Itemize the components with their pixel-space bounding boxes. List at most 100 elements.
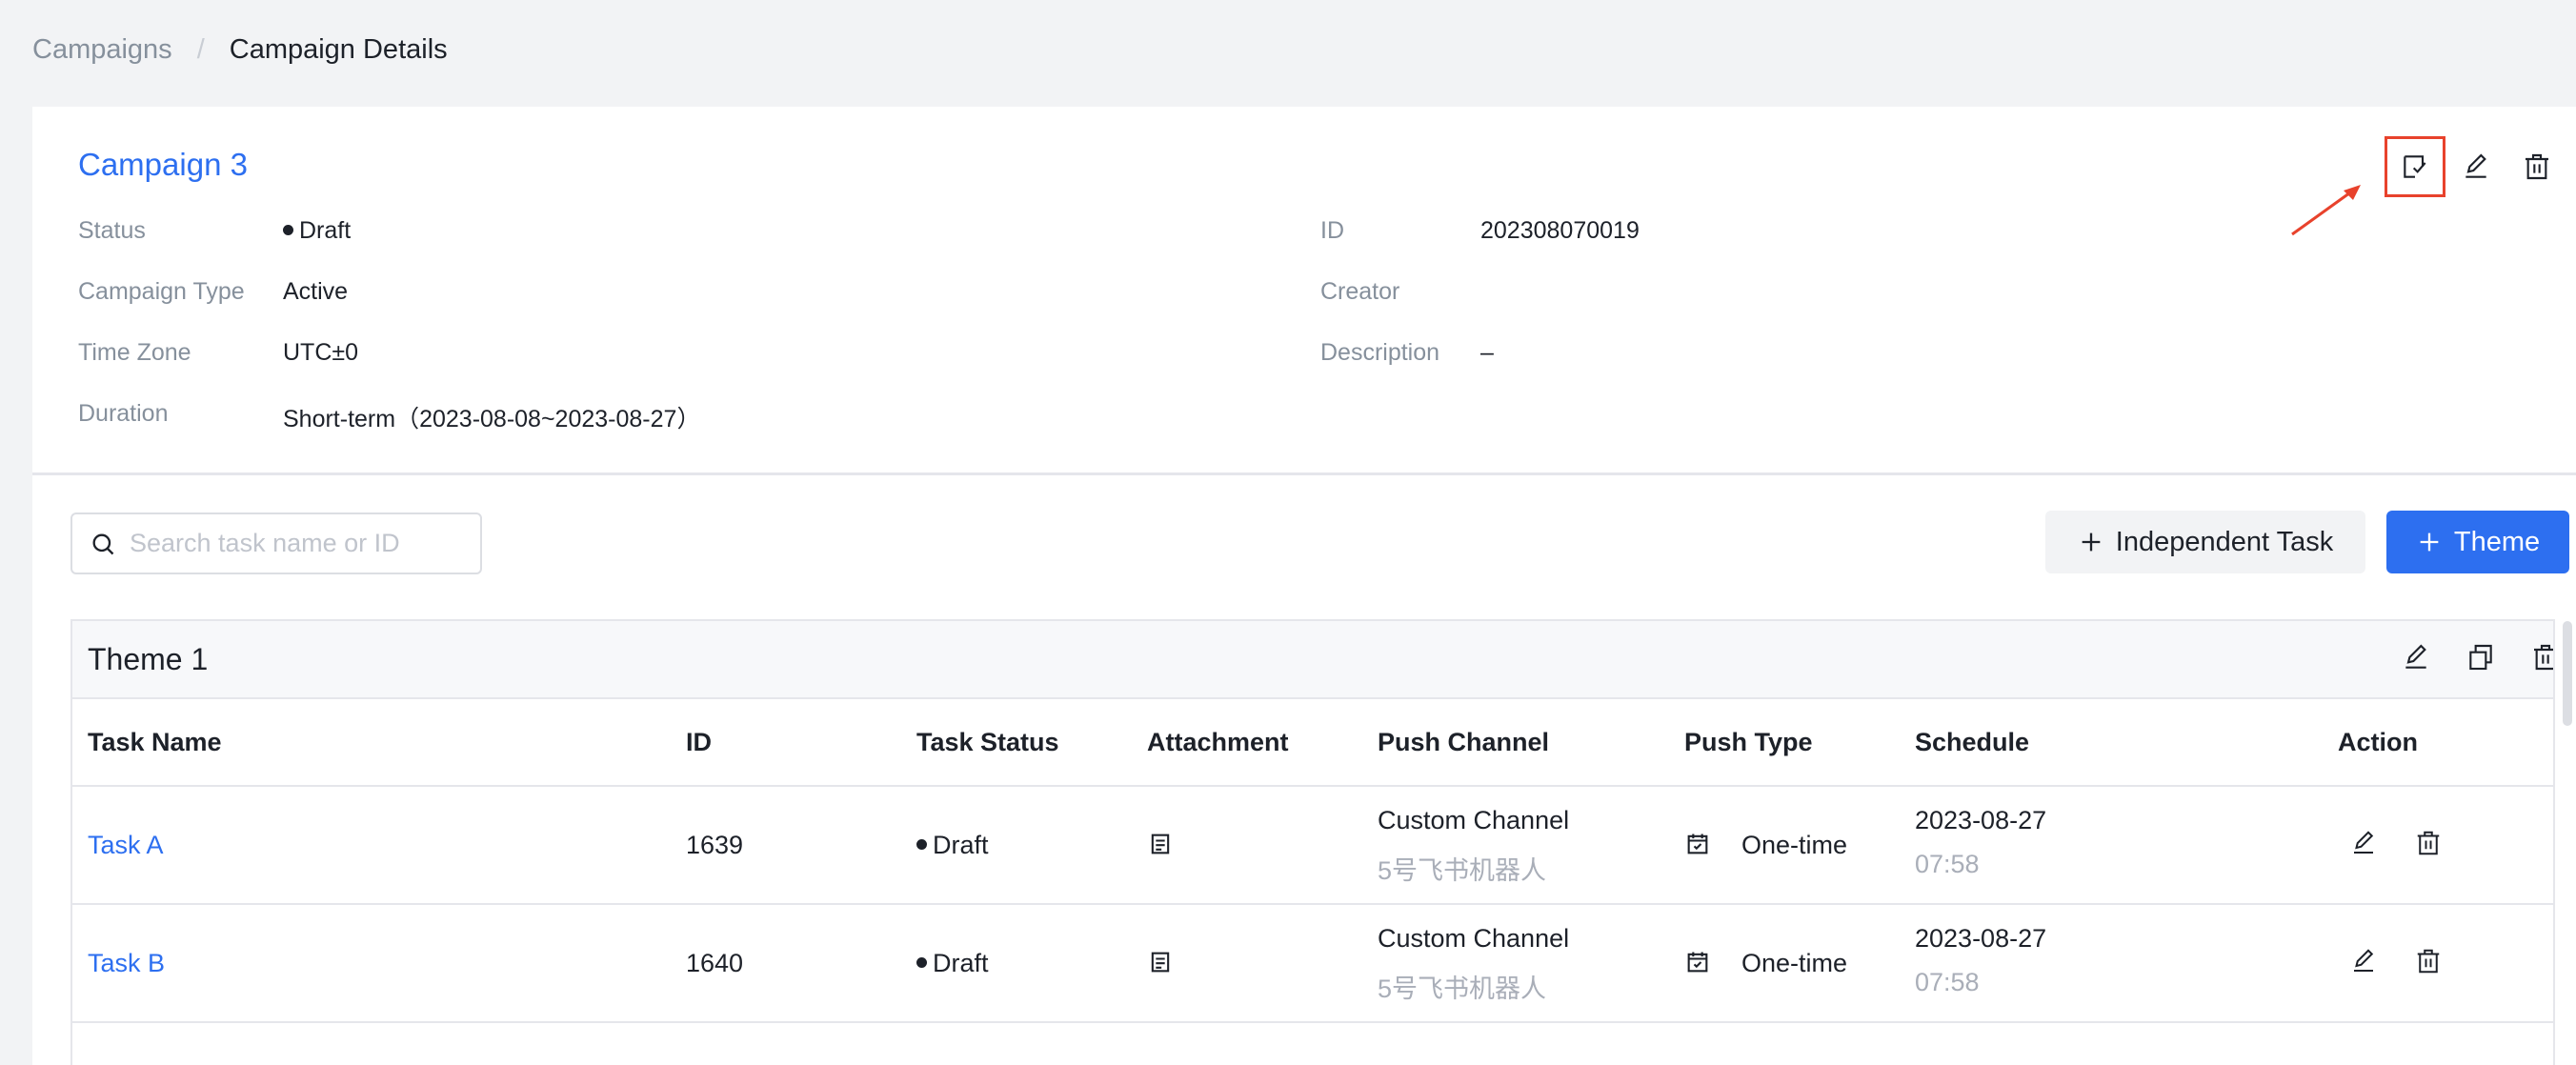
plus-icon (2420, 532, 2439, 552)
field-status: Status Draft (78, 217, 351, 245)
status-dot (916, 957, 927, 969)
status-text: Draft (299, 217, 352, 244)
theme-panel: Theme 1 Task Name ID Task Status Attachm… (70, 619, 2555, 1065)
field-value: Short-term（2023-08-08~2023-08-27） (283, 406, 701, 432)
field-label: ID (1320, 217, 1344, 244)
status-value: Draft (283, 217, 351, 245)
field-creator: Creator (1320, 278, 1399, 306)
button-label: Theme (2453, 526, 2541, 557)
field-id: ID 202308070019 (1320, 217, 1640, 245)
breadcrumb-campaigns-link[interactable]: Campaigns (32, 34, 172, 66)
delete-task-button[interactable] (2414, 829, 2448, 863)
field-label: Campaign Type (78, 278, 245, 305)
task-status-text: Draft (933, 949, 989, 977)
edit-theme-button[interactable] (2401, 642, 2435, 676)
push-channel: Custom Channel (1378, 806, 1570, 834)
schedule-date: 2023-08-27 (1915, 924, 2047, 953)
search-box (70, 512, 482, 574)
field-campaign-type: Campaign Type Active (78, 278, 348, 306)
push-channel: Custom Channel (1378, 924, 1570, 953)
schedule-time: 07:58 (1915, 850, 1980, 878)
field-time-zone: Time Zone UTC±0 (78, 339, 358, 367)
push-channel-sub: 5号飞书机器人 (1378, 856, 1547, 885)
table-row: Task A 1639 Draft Custom Channel 5号飞书机器人… (72, 787, 2553, 905)
push-type: One-time (1741, 949, 1848, 977)
field-value: – (1480, 339, 1494, 366)
task-id: 1640 (686, 949, 744, 977)
section-divider (32, 472, 2576, 475)
column-header: Attachment (1147, 728, 1289, 756)
add-theme-button[interactable]: Theme (2386, 511, 2569, 573)
push-channel-sub: 5号飞书机器人 (1378, 975, 1547, 1003)
field-value: UTC±0 (283, 339, 359, 366)
delete-icon (2417, 831, 2440, 855)
edit-icon (2354, 949, 2374, 972)
status-dot (283, 224, 293, 235)
column-header: Task Name (88, 728, 222, 756)
copy-theme-button[interactable] (2465, 642, 2500, 676)
push-type: One-time (1741, 831, 1848, 859)
attachment-button[interactable] (1147, 831, 1174, 864)
calendar-check-icon (1684, 949, 1711, 982)
add-independent-task-button[interactable]: Independent Task (2045, 511, 2365, 573)
field-label: Description (1320, 339, 1440, 366)
edit-task-button[interactable] (2349, 947, 2384, 981)
edit-task-button[interactable] (2349, 829, 2384, 863)
breadcrumb: Campaigns / Campaign Details (32, 34, 448, 66)
theme-title: Theme 1 (88, 642, 209, 676)
field-label: Status (78, 217, 146, 244)
column-header: Push Type (1684, 728, 1813, 756)
edit-campaign-button[interactable] (2445, 136, 2506, 197)
column-header: Push Channel (1378, 728, 1550, 756)
task-status: Draft (916, 949, 989, 978)
task-name-link[interactable]: Task B (88, 949, 165, 978)
submit-check-icon (2404, 155, 2426, 178)
status-dot (916, 839, 927, 851)
campaign-details-card: Campaign 3 Status Draft Campaign Type Ac… (32, 107, 2576, 1065)
annotation-arrow (2291, 185, 2361, 236)
column-header: Schedule (1915, 728, 2030, 756)
vertical-scrollbar[interactable] (2563, 621, 2572, 726)
calendar-check-icon (1684, 831, 1711, 864)
delete-theme-button[interactable] (2530, 642, 2553, 676)
edit-icon (2405, 644, 2426, 669)
column-header: ID (686, 728, 712, 756)
field-label: Time Zone (78, 339, 191, 366)
edit-icon (2465, 153, 2486, 178)
task-status-text: Draft (933, 831, 989, 859)
task-status: Draft (916, 831, 989, 860)
breadcrumb-separator: / (196, 34, 205, 65)
submit-check-button[interactable] (2385, 136, 2445, 197)
attachment-button[interactable] (1147, 949, 1174, 982)
schedule-date: 2023-08-27 (1915, 806, 2047, 834)
column-header: Task Status (916, 728, 1059, 756)
button-label: Independent Task (2115, 526, 2334, 557)
column-header: Action (2338, 728, 2418, 756)
breadcrumb-current: Campaign Details (229, 34, 448, 65)
search-icon (92, 533, 114, 554)
delete-task-button[interactable] (2414, 947, 2448, 981)
field-duration: Duration Short-term（2023-08-08~2023-08-2… (78, 400, 700, 432)
search-input[interactable] (130, 529, 473, 558)
delete-icon (2417, 949, 2440, 974)
delete-campaign-button[interactable] (2506, 136, 2567, 197)
copy-icon (2469, 644, 2492, 671)
table-header: Task Name ID Task Status Attachment Push… (72, 699, 2553, 787)
document-icon (1151, 834, 1170, 854)
field-description: Description – (1320, 339, 1494, 367)
campaign-title: Campaign 3 (78, 147, 248, 182)
task-name-link[interactable]: Task A (88, 831, 164, 860)
delete-icon (2534, 644, 2553, 671)
table-row: Task B 1640 Draft Custom Channel 5号飞书机器人… (72, 905, 2553, 1023)
field-label: Duration (78, 400, 169, 427)
delete-icon (2526, 153, 2548, 180)
field-value: 202308070019 (1480, 217, 1640, 244)
document-icon (1151, 952, 1170, 973)
theme-header: Theme 1 (72, 621, 2553, 699)
edit-icon (2354, 831, 2374, 854)
plus-icon (2082, 532, 2101, 552)
schedule-time: 07:58 (1915, 968, 1980, 996)
field-label: Creator (1320, 278, 1400, 305)
task-id: 1639 (686, 831, 744, 859)
field-value: Active (283, 278, 349, 305)
